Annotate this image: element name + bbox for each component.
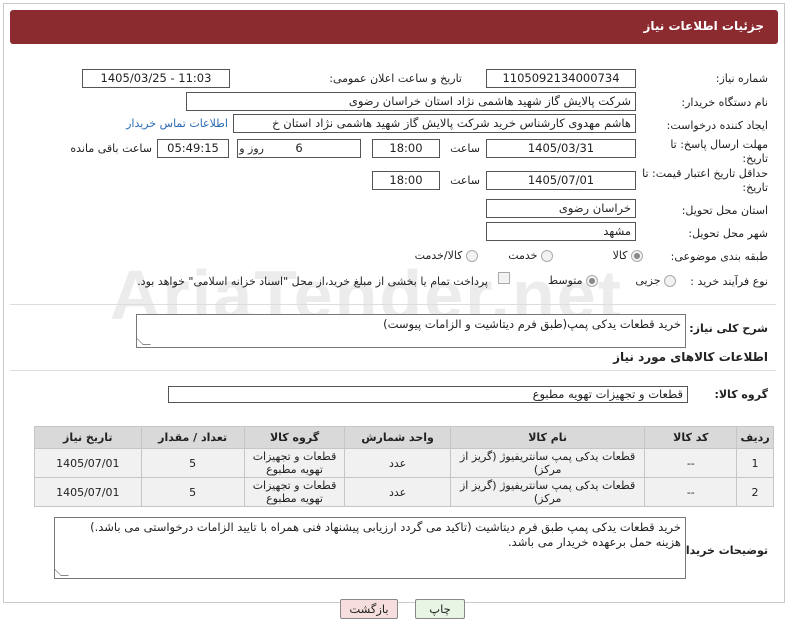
price-validity-label: حداقل تاریخ اعتبار قیمت: تا تاریخ:	[642, 167, 768, 194]
category-option-goods[interactable]: کالا	[613, 249, 643, 262]
item-unit: عدد	[344, 477, 451, 507]
buyer-org-field: شرکت پالایش گاز شهید هاشمی نژاد استان خر…	[186, 92, 636, 111]
resize-grip-icon[interactable]	[137, 337, 151, 345]
buyer-label: نام دستگاه خریدار:	[681, 96, 768, 109]
city-field: مشهد	[486, 222, 636, 241]
col-row-number: ردیف	[736, 426, 774, 449]
process-option-minor[interactable]: جزیی	[635, 274, 676, 287]
price-validity-date-field: 1405/07/01	[486, 171, 636, 190]
table-row: 2 -- قطعات یدکی پمپ سانتریفیوژ (گریز از …	[34, 477, 774, 507]
category-option-service[interactable]: خدمت	[508, 249, 553, 262]
days-label: روز و	[239, 142, 264, 155]
province-label: استان محل تحویل:	[681, 204, 768, 217]
item-unit: عدد	[344, 448, 451, 478]
item-name: قطعات یدکی پمپ سانتریفیوژ (گریز از مرکز)	[449, 477, 646, 507]
item-code: --	[644, 448, 738, 478]
resize-grip-icon[interactable]	[55, 568, 69, 576]
divider	[10, 304, 776, 305]
item-name: قطعات یدکی پمپ سانتریفیوژ (گریز از مرکز)	[449, 448, 646, 478]
row-number: 2	[736, 477, 774, 507]
description-textarea[interactable]: خرید قطعات یدکی پمپ(طبق فرم دیتاشیت و ال…	[136, 314, 686, 348]
col-item-name: نام کالا	[449, 426, 646, 449]
city-label: شهر محل تحویل:	[688, 227, 768, 240]
item-group: قطعات و تجهیزات تهویه مطبوع	[243, 477, 346, 507]
province-field: خراسان رضوی	[486, 199, 636, 218]
item-need-date: 1405/07/01	[34, 448, 142, 478]
category-option-goods-service[interactable]: کالا/خدمت	[415, 249, 478, 262]
buyer-notes-line-2: هزینه حمل برعهده خریدار می باشد.	[508, 535, 681, 549]
remaining-time-label: ساعت باقی مانده	[70, 142, 152, 155]
process-option-medium[interactable]: متوسط	[548, 274, 598, 287]
need-number-label: شماره نیاز:	[715, 72, 768, 85]
col-unit: واحد شمارش	[344, 426, 451, 449]
item-code: --	[644, 477, 738, 507]
items-section-title: اطلاعات کالاهای مورد نیاز	[613, 350, 768, 364]
description-text: خرید قطعات یدکی پمپ(طبق فرم دیتاشیت و ال…	[383, 317, 681, 331]
col-item-code: کد کالا	[644, 426, 738, 449]
radio-icon[interactable]	[631, 250, 643, 262]
item-need-date: 1405/07/01	[34, 477, 142, 507]
deadline-time-label: ساعت	[450, 142, 480, 155]
buyer-notes-label: توضیحات خریدار:	[675, 544, 768, 557]
print-button[interactable]: چاپ	[415, 599, 465, 619]
deadline-label: مهلت ارسال پاسخ: تا تاریخ:	[670, 138, 768, 165]
remaining-time-field: 05:49:15	[157, 139, 229, 158]
price-validity-time-field: 18:00	[372, 171, 440, 190]
col-need-date: تاریخ نیاز	[34, 426, 142, 449]
checkbox-icon[interactable]	[498, 272, 510, 284]
payment-note: پرداخت تمام یا بخشی از مبلغ خرید،از محل …	[137, 275, 488, 288]
buyer-notes-line-1: خرید قطعات یدکی پمپ طبق فرم دیتاشیت (تاک…	[90, 520, 681, 534]
table-header-row: ردیف کد کالا نام کالا واحد شمارش گروه کا…	[34, 426, 774, 449]
table-row: 1 -- قطعات یدکی پمپ سانتریفیوژ (گریز از …	[34, 448, 774, 478]
creator-label: ایجاد کننده درخواست:	[666, 119, 768, 132]
creator-field: هاشم مهدوی کارشناس خرید شرکت پالایش گاز …	[233, 114, 636, 133]
items-table: ردیف کد کالا نام کالا واحد شمارش گروه کا…	[34, 426, 774, 507]
row-number: 1	[736, 448, 774, 478]
col-quantity: تعداد / مقدار	[140, 426, 245, 449]
price-validity-time-label: ساعت	[450, 174, 480, 187]
description-label: شرح کلی نیاز:	[689, 322, 768, 335]
announce-label: تاریخ و ساعت اعلان عمومی:	[329, 72, 462, 85]
item-quantity: 5	[140, 477, 245, 507]
item-quantity: 5	[140, 448, 245, 478]
process-label: نوع فرآیند خرید :	[690, 275, 768, 288]
radio-icon[interactable]	[466, 250, 478, 262]
treasury-payment-checkbox[interactable]	[498, 271, 510, 284]
deadline-date-field: 1405/03/31	[486, 139, 636, 158]
divider	[10, 370, 776, 371]
announce-datetime-field: 1405/03/25 - 11:03	[82, 69, 230, 88]
buyer-notes-textarea[interactable]: خرید قطعات یدکی پمپ طبق فرم دیتاشیت (تاک…	[54, 517, 686, 579]
item-group: قطعات و تجهیزات تهویه مطبوع	[243, 448, 346, 478]
col-item-group: گروه کالا	[243, 426, 346, 449]
back-button[interactable]: بازگشت	[340, 599, 398, 619]
goods-group-label: گروه کالا:	[714, 388, 768, 401]
deadline-time-field: 18:00	[372, 139, 440, 158]
goods-group-field: قطعات و تجهیزات تهویه مطبوع	[168, 386, 688, 403]
need-number-field: 1105092134000734	[486, 69, 636, 88]
radio-icon[interactable]	[586, 275, 598, 287]
category-label: طبقه بندی موضوعی:	[670, 250, 768, 263]
radio-icon[interactable]	[541, 250, 553, 262]
buyer-contact-link[interactable]: اطلاعات تماس خریدار	[126, 117, 228, 130]
page-header: جزئیات اطلاعات نیاز	[10, 10, 778, 44]
page-title: جزئیات اطلاعات نیاز	[643, 19, 764, 33]
radio-icon[interactable]	[664, 275, 676, 287]
